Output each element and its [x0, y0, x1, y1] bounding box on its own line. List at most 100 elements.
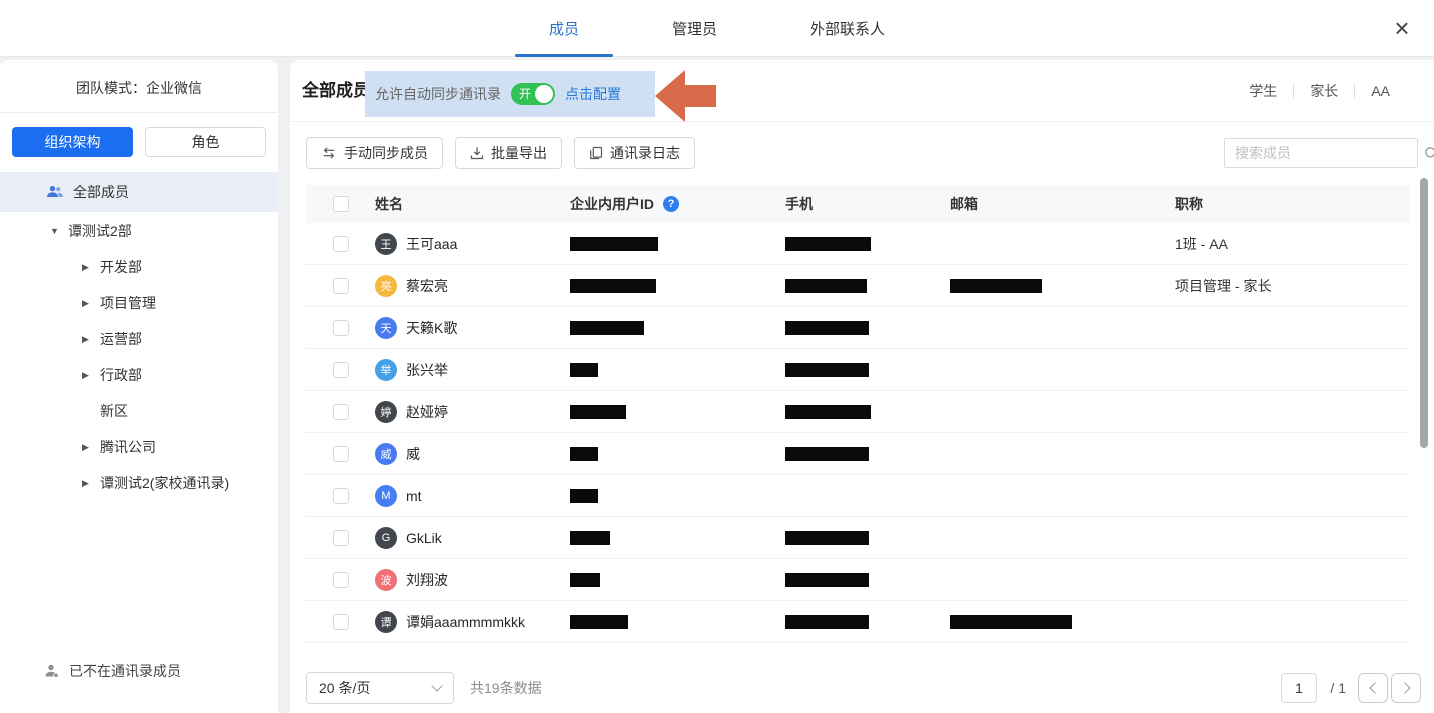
close-icon[interactable]: × [1384, 8, 1420, 48]
member-row: Mmt [306, 475, 1410, 517]
phone-cell [776, 237, 941, 251]
sidebar-item-operations-dept[interactable]: ▶运营部 [0, 321, 278, 357]
table-header: 姓名企业内用户ID?手机邮箱职称 [306, 185, 1410, 223]
dept-name: 项目管理 [100, 293, 156, 313]
top-bar: 成员 管理员 外部联系人 × [0, 0, 1434, 57]
expand-icon[interactable]: ▶ [82, 298, 100, 309]
sidebar-item-admin-dept[interactable]: ▶行政部 [0, 357, 278, 393]
row-checkbox[interactable] [333, 530, 349, 546]
row-checkbox[interactable] [333, 320, 349, 336]
member-name: 赵娅婷 [406, 402, 448, 422]
name-cell: 波刘翔波 [366, 569, 561, 591]
page-title: 全部成员 [302, 60, 370, 122]
dept-tree: ▼谭测试2部▶开发部▶项目管理▶运营部▶行政部新区▶腾讯公司▶谭测试2(家校通讯… [0, 213, 278, 501]
filter-aa[interactable]: AA [1371, 83, 1390, 99]
dept-name: 行政部 [100, 365, 142, 385]
search-icon[interactable] [1424, 146, 1434, 161]
search-input[interactable] [1225, 145, 1424, 161]
expand-icon[interactable]: ▶ [82, 478, 100, 489]
expand-icon[interactable]: ▶ [82, 442, 100, 453]
prev-page-button[interactable] [1358, 673, 1388, 703]
col-header-name: 姓名 [366, 194, 561, 214]
help-icon[interactable]: ? [663, 196, 679, 212]
filter-parents[interactable]: 家长 [1310, 81, 1338, 101]
sidebar-item-dev-dept[interactable]: ▶开发部 [0, 249, 278, 285]
avatar: 举 [375, 359, 397, 381]
expand-icon[interactable]: ▶ [82, 334, 100, 345]
row-checkbox[interactable] [333, 236, 349, 252]
userid-cell [561, 405, 776, 419]
name-cell: 王王可aaa [366, 233, 561, 255]
expand-icon[interactable]: ▶ [82, 370, 100, 381]
sidebar-item-new-district[interactable]: 新区 [0, 393, 278, 429]
redacted-userid [570, 615, 628, 629]
page-number-input[interactable] [1281, 673, 1317, 703]
toggle-knob [535, 85, 553, 103]
sidebar-item-all-members[interactable]: 全部成员 [0, 172, 278, 212]
member-name: GkLik [406, 530, 442, 546]
avatar: 威 [375, 443, 397, 465]
userid-cell [561, 531, 776, 545]
name-cell: Mmt [366, 485, 561, 507]
manual-sync-button[interactable]: 手动同步成员 [306, 137, 443, 169]
sidebar-item-label: 全部成员 [73, 182, 129, 202]
org-structure-button[interactable]: 组织架构 [12, 127, 133, 157]
userid-cell [561, 279, 776, 293]
redacted-userid [570, 531, 610, 545]
tab-members[interactable]: 成员 [545, 0, 583, 57]
tab-admins[interactable]: 管理员 [668, 0, 721, 57]
row-checkbox[interactable] [333, 446, 349, 462]
member-title: 1班 - AA [1175, 234, 1228, 254]
phone-cell [776, 573, 941, 587]
tab-external-contacts[interactable]: 外部联系人 [806, 0, 889, 57]
col-header-email: 邮箱 [941, 194, 1166, 214]
row-checkbox[interactable] [333, 614, 349, 630]
dept-name: 腾讯公司 [100, 437, 156, 457]
dept-name: 谭测试2(家校通讯录) [100, 473, 229, 493]
expand-icon[interactable]: ▶ [82, 262, 100, 273]
vertical-scrollbar[interactable] [1420, 178, 1428, 448]
title-cell: 1班 - AA [1166, 234, 1410, 254]
batch-export-button[interactable]: 批量导出 [455, 137, 562, 169]
auto-sync-toggle[interactable]: 开 [511, 83, 555, 105]
sidebar-item-not-in-contacts[interactable]: 已不在通讯录成员 [0, 655, 181, 687]
row-checkbox[interactable] [333, 362, 349, 378]
row-checkbox-cell [306, 572, 366, 588]
page-size-select[interactable]: 20 条/页 [306, 672, 454, 704]
sidebar-item-tencent-company[interactable]: ▶腾讯公司 [0, 429, 278, 465]
sidebar-item-tan-test-2-dept[interactable]: ▼谭测试2部 [0, 213, 278, 249]
row-checkbox[interactable] [333, 278, 349, 294]
collapse-icon[interactable]: ▼ [50, 226, 68, 236]
avatar: G [375, 527, 397, 549]
row-checkbox[interactable] [333, 488, 349, 504]
select-all-checkbox[interactable] [333, 196, 349, 212]
sidebar-item-tan-test-2-school[interactable]: ▶谭测试2(家校通讯录) [0, 465, 278, 501]
avatar: 亮 [375, 275, 397, 297]
row-checkbox[interactable] [333, 404, 349, 420]
redacted-userid [570, 405, 626, 419]
redacted-userid [570, 279, 656, 293]
role-button[interactable]: 角色 [145, 127, 266, 157]
member-title: 项目管理 - 家长 [1175, 276, 1271, 296]
toolbar: 手动同步成员批量导出 通讯录日志 [306, 137, 695, 169]
email-cell [941, 615, 1166, 629]
row-checkbox-cell [306, 362, 366, 378]
toggle-on-label: 开 [519, 83, 531, 105]
name-cell: 天天籁K歌 [366, 317, 561, 339]
contacts-log-button[interactable]: 通讯录日志 [574, 137, 695, 169]
config-link[interactable]: 点击配置 [565, 84, 621, 104]
dept-name: 新区 [100, 401, 128, 421]
phone-cell [776, 363, 941, 377]
filter-divider [1293, 84, 1294, 98]
sidebar-item-project-mgmt[interactable]: ▶项目管理 [0, 285, 278, 321]
table-body: 王王可aaa1班 - AA亮蔡宏亮项目管理 - 家长天天籁K歌举张兴举婷赵娅婷威… [306, 223, 1410, 643]
member-name: 威 [406, 444, 420, 464]
chevron-right-icon [1399, 682, 1410, 693]
filter-students[interactable]: 学生 [1249, 81, 1277, 101]
button-label: 通讯录日志 [610, 143, 680, 163]
phone-cell [776, 531, 941, 545]
next-page-button[interactable] [1391, 673, 1421, 703]
member-name: 谭娟aaammmmkkk [406, 612, 525, 632]
search-box [1224, 138, 1418, 168]
row-checkbox[interactable] [333, 572, 349, 588]
